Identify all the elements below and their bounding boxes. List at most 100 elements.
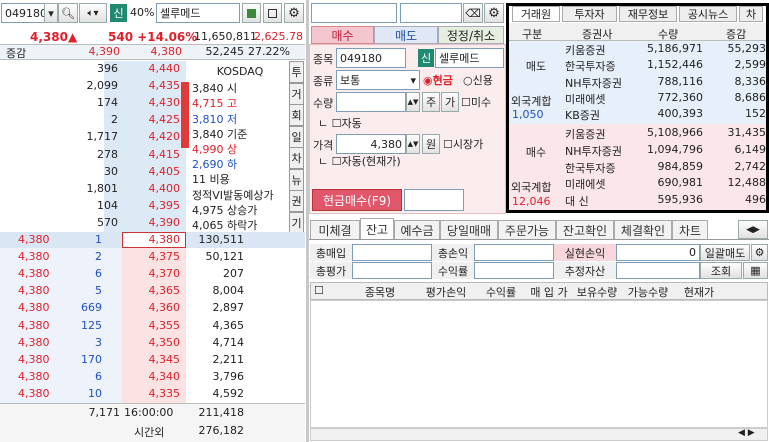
bid-row[interactable]: 4,380 669 4,360 2,897 [0, 300, 305, 316]
sound-button[interactable]: 🔈︎▾ [79, 3, 107, 23]
qty-input[interactable] [336, 92, 406, 112]
holdings-column-header[interactable]: 평가손익 [418, 284, 474, 300]
stock-name-field[interactable]: 셀루메드 [156, 3, 240, 23]
settings-button[interactable]: ⚙ [284, 3, 304, 23]
qty-spin[interactable]: ▲▼ [406, 92, 420, 112]
available-button[interactable]: 가 [441, 92, 459, 112]
cash-radio[interactable]: ◉현금 [423, 72, 453, 88]
bottom-tab[interactable]: 주문가능 [498, 220, 556, 239]
order-code-input[interactable]: 049180 [336, 48, 406, 68]
won-button[interactable]: 원 [422, 134, 440, 154]
broker-qty: 400,393 [657, 107, 704, 121]
bid-ask-price: 4,380 [18, 267, 50, 281]
bid-row[interactable]: 4,380 3 4,350 4,714 [0, 335, 305, 351]
bottom-tab[interactable]: 차트 [672, 220, 708, 239]
broker-delta: 2,742 [734, 159, 767, 173]
ask-price: 4,405 [148, 164, 181, 178]
cash-buy-submit-button[interactable]: 현금매수(F9) [312, 189, 402, 211]
auto-price-checkbox[interactable]: ㄴ ☐자동(현재가) [318, 153, 401, 169]
tab-buy[interactable]: 매수 [311, 26, 374, 44]
broker-name: 키움증권 [565, 44, 606, 57]
view-toggle-button[interactable]: ▦ [743, 262, 768, 279]
holdings-column-header[interactable]: 가능수량 [624, 284, 672, 300]
market-price-checkbox[interactable]: ☐시장가 [443, 136, 483, 152]
side-tab[interactable]: 권 [289, 190, 304, 212]
stock-code-input[interactable]: 049180 [1, 3, 45, 23]
balance-settings-button[interactable]: ⚙ [751, 244, 768, 261]
tab-sell[interactable]: 매도 [374, 26, 438, 44]
scroll-arrows-icon[interactable]: ◀ ▶ [738, 428, 755, 438]
query-button[interactable]: 조회 [700, 262, 742, 279]
select-all-checkbox[interactable]: ☐ [314, 284, 324, 297]
bid-row[interactable]: 4,380 6 4,340 3,796 [0, 369, 305, 385]
window-button[interactable] [263, 3, 282, 23]
side-tab[interactable]: 차 [289, 147, 304, 169]
chart-button[interactable] [242, 3, 261, 23]
code-dropdown-button[interactable]: ▾ [44, 3, 58, 23]
broker-tab[interactable]: 차 [739, 6, 763, 22]
tab-scroll[interactable]: ◀▶ [738, 220, 768, 239]
broker-tab[interactable]: 공시뉴스 [679, 6, 737, 22]
bid-qty: 125 [81, 318, 102, 332]
bottom-tab[interactable]: 예수금 [394, 220, 440, 239]
holdings-table-body[interactable] [310, 300, 768, 428]
side-tab[interactable]: 기 [289, 211, 304, 234]
broker-name: 한국투자증 [565, 161, 616, 175]
qty-label: 수량 [313, 97, 334, 110]
bid-row[interactable]: 4,380 10 4,335 4,592 [0, 386, 305, 402]
ask-qty: 2 [111, 113, 118, 127]
price-change: 540 +14.06% [108, 30, 198, 44]
account-input[interactable] [311, 3, 397, 23]
broker-tab[interactable]: 재무정보 [619, 6, 677, 22]
password-input[interactable] [400, 3, 462, 23]
market-info-row: 정적VI발동예상가 [192, 188, 274, 202]
sell-all-button[interactable]: 일괄매도 [700, 244, 750, 261]
side-tab[interactable]: 투 [289, 61, 304, 83]
header-ask: 4,390 [88, 45, 121, 58]
bid-row[interactable]: 4,380 170 4,345 2,211 [0, 352, 305, 368]
bid-row[interactable]: 4,380 1 4,380 130,511 [0, 232, 305, 248]
order-settings-button[interactable]: ⚙ [484, 3, 504, 23]
broker-delta: 152 [745, 107, 766, 121]
price-input[interactable]: 4,380 [336, 134, 406, 154]
side-tab[interactable]: 일 [289, 125, 304, 148]
holdings-column-header[interactable]: 종목명 [355, 284, 405, 300]
price-spin[interactable]: ▲▼ [406, 134, 420, 154]
chevron-down-icon: ▾ [48, 6, 54, 20]
side-tab[interactable]: 거 [289, 82, 304, 105]
side-tab[interactable]: 뉴 [289, 168, 304, 191]
bid-row[interactable]: 4,380 5 4,365 8,004 [0, 283, 305, 299]
bid-volume: 4,714 [212, 335, 245, 349]
bid-row[interactable]: 4,380 6 4,370 207 [0, 266, 305, 282]
bottom-tab[interactable]: 잔고 [360, 218, 394, 240]
bottom-tab[interactable]: 당일매매 [440, 220, 498, 239]
bottom-tab[interactable]: 미체결 [310, 220, 360, 239]
bid-qty: 1 [95, 233, 102, 246]
bottom-tab[interactable]: 체결확인 [614, 220, 672, 239]
broker-delta: 6,149 [734, 142, 767, 156]
bid-ask-price: 4,380 [18, 352, 50, 366]
search-button[interactable]: 🔍︎ [58, 3, 78, 23]
holdings-column-header[interactable]: 수익률 [482, 284, 520, 300]
holdings-column-header[interactable]: 현재가 [676, 284, 722, 300]
unpaid-checkbox[interactable]: ☐미수 [461, 94, 491, 110]
bid-row[interactable]: 4,380 2 4,375 50,121 [0, 249, 305, 265]
bottom-tab[interactable]: 잔고확인 [556, 220, 614, 239]
broker-tab[interactable]: 거래원 [512, 6, 560, 22]
horizontal-scrollbar[interactable] [310, 428, 768, 441]
broker-qty: 595,936 [657, 193, 704, 207]
broker-delta: 496 [745, 193, 766, 207]
broker-tab[interactable]: 투자자 [562, 6, 617, 22]
buy-label: 매수 [525, 146, 547, 159]
holdings-column-header[interactable]: 보유수량 [572, 284, 622, 300]
credit-radio[interactable]: ○신용 [463, 72, 493, 88]
col-broker: 증권사 [582, 28, 613, 41]
tab-modify-cancel[interactable]: 정정/취소 [438, 26, 504, 44]
eraser-button[interactable]: ⌫ [463, 3, 483, 23]
order-type-select[interactable]: 보통 ▾ [336, 70, 420, 90]
side-tab[interactable]: 회 [289, 104, 304, 126]
holdings-column-header[interactable]: 매 입 가 [528, 284, 570, 300]
unit-button[interactable]: 주 [422, 92, 440, 112]
auto-qty-checkbox[interactable]: ㄴ ☐자동 [318, 115, 362, 131]
bid-row[interactable]: 4,380 125 4,355 4,365 [0, 318, 305, 334]
